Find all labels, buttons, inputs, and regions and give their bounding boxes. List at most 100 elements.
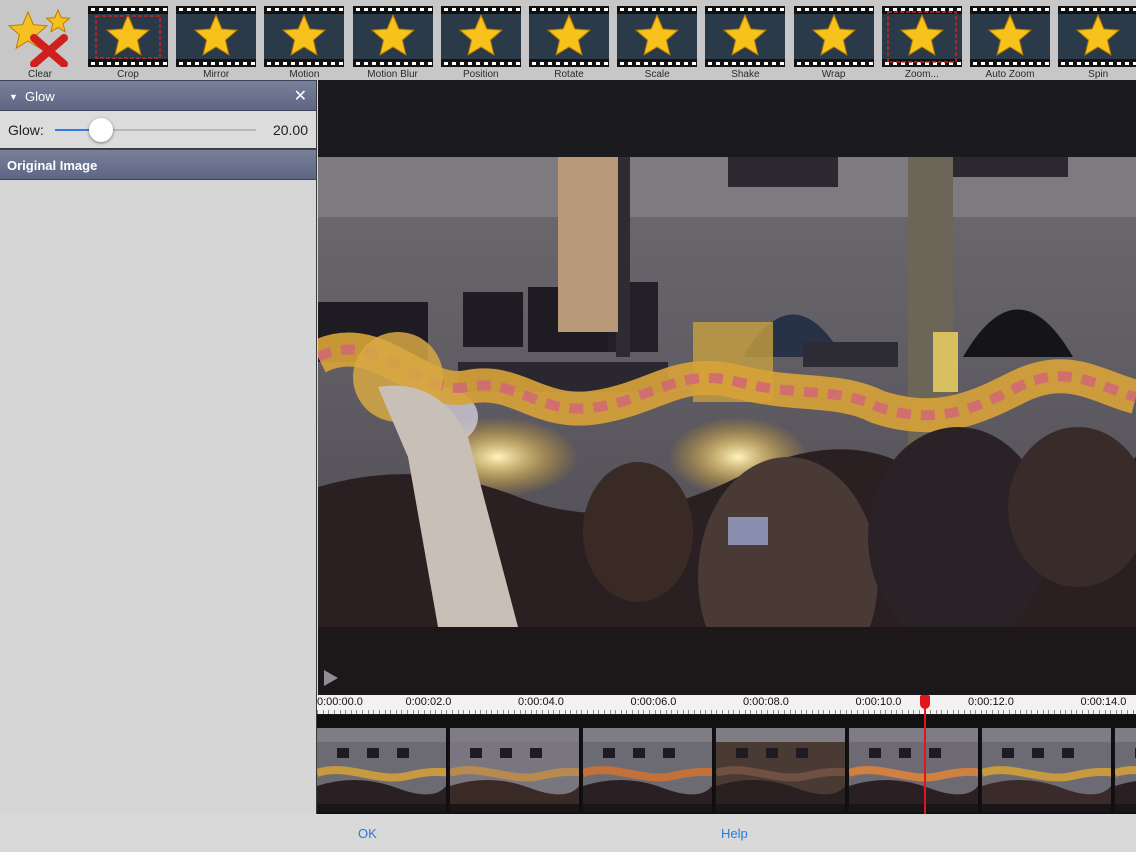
ruler-minor-tick	[823, 710, 825, 714]
ruler-minor-tick	[564, 710, 566, 714]
tool-label: Shake	[731, 69, 760, 80]
motion-blur-star-icon	[352, 6, 433, 67]
ruler-minor-tick	[525, 710, 527, 714]
ruler-minor-tick	[553, 710, 555, 714]
ruler-minor-tick	[1042, 710, 1044, 714]
ruler-minor-tick	[603, 710, 605, 714]
tool-scale[interactable]: Scale	[617, 6, 698, 80]
timeline-tick-label: 0:00:02.0	[405, 696, 452, 708]
ruler-minor-tick	[502, 710, 504, 714]
ruler-minor-tick	[778, 710, 780, 714]
timeline-ruler[interactable]: 0:00:00.0 0:00:02.0 0:00:04.0 0:00:06.0 0:00…	[317, 695, 1136, 714]
ruler-minor-tick	[468, 710, 470, 714]
tool-label: Clear	[28, 69, 52, 80]
tool-label: Position	[463, 69, 499, 80]
ruler-minor-tick	[783, 710, 785, 714]
ruler-minor-tick	[890, 710, 892, 714]
playhead[interactable]	[923, 695, 926, 814]
play-button[interactable]	[324, 670, 338, 686]
tool-position[interactable]: Position	[440, 6, 521, 80]
filmstrip-frame	[450, 728, 581, 812]
filmstrip[interactable]	[317, 715, 1136, 814]
ruler-minor-tick	[755, 710, 757, 714]
original-image-header[interactable]: Original Image	[0, 149, 316, 180]
ruler-minor-tick	[896, 710, 898, 714]
tool-mirror[interactable]: Mirror	[176, 6, 257, 80]
tool-zoom[interactable]: Zoom...	[881, 6, 962, 80]
ruler-minor-tick	[513, 710, 515, 714]
ruler-minor-tick	[862, 710, 864, 714]
ruler-minor-tick	[632, 710, 633, 714]
tool-motion-blur[interactable]: Motion Blur	[352, 6, 433, 80]
ruler-minor-tick	[452, 710, 453, 714]
ruler-minor-tick	[660, 710, 662, 714]
ruler-minor-tick	[378, 710, 380, 714]
tool-label: Rotate	[554, 69, 584, 80]
ruler-minor-tick	[1065, 710, 1067, 714]
ruler-minor-tick	[1076, 710, 1078, 714]
tool-shake[interactable]: Shake	[705, 6, 786, 80]
tool-motion[interactable]: Motion	[264, 6, 345, 80]
ruler-minor-tick	[699, 710, 701, 714]
ruler-minor-tick	[480, 710, 482, 714]
ruler-minor-tick	[733, 710, 735, 714]
timeline-tick-label: 0:00:10.0	[855, 696, 902, 708]
ruler-minor-tick	[558, 710, 560, 714]
ruler-minor-tick	[547, 710, 549, 714]
tool-rotate[interactable]: Rotate	[529, 6, 609, 80]
timeline-tick-label: 0:00:12.0	[968, 696, 1014, 708]
ruler-minor-tick	[1104, 710, 1106, 714]
ruler-minor-tick	[935, 710, 937, 714]
ruler-minor-tick	[795, 710, 797, 714]
collapse-triangle-icon[interactable]: ▼	[9, 92, 18, 102]
ruler-minor-tick	[575, 710, 577, 714]
ruler-minor-tick	[947, 710, 948, 714]
glow-parameter-row: Glow: 20.00	[0, 111, 316, 149]
tool-spin[interactable]: Spin	[1058, 6, 1136, 80]
ruler-minor-tick	[1037, 710, 1038, 714]
glow-section-header[interactable]: ▼ Glow ✕	[0, 80, 316, 111]
ruler-minor-tick	[930, 710, 932, 714]
help-button[interactable]: Help	[721, 826, 748, 841]
ruler-minor-tick	[857, 710, 858, 714]
tool-crop[interactable]: Crop	[88, 6, 168, 80]
glow-slider-knob[interactable]	[89, 118, 114, 142]
ruler-minor-tick	[435, 710, 437, 714]
zoom-star-icon	[881, 6, 962, 67]
ruler-minor-tick	[322, 710, 324, 714]
timeline[interactable]: 0:00:00.0 0:00:02.0 0:00:04.0 0:00:06.0 0:00…	[317, 695, 1136, 814]
tool-wrap[interactable]: Wrap	[793, 6, 874, 80]
ruler-minor-tick	[817, 710, 819, 714]
glow-slider[interactable]	[55, 118, 256, 142]
ruler-minor-tick	[418, 710, 420, 714]
bottom-bar: OK Help	[0, 814, 1136, 852]
ruler-minor-tick	[812, 710, 813, 714]
playhead-handle[interactable]	[919, 695, 930, 709]
video-frame[interactable]	[318, 157, 1136, 698]
ruler-minor-tick	[828, 710, 830, 714]
ruler-minor-tick	[941, 710, 943, 714]
ruler-minor-tick	[767, 710, 768, 714]
ruler-minor-tick	[834, 710, 836, 714]
ruler-minor-tick	[519, 710, 521, 714]
filmstrip-frame	[849, 728, 980, 812]
scale-star-icon	[617, 6, 698, 67]
ok-button[interactable]: OK	[358, 826, 377, 841]
ruler-minor-tick	[969, 710, 971, 714]
ruler-minor-tick	[980, 710, 982, 714]
timeline-tick-label: 0:00:06.0	[630, 696, 677, 708]
ruler-minor-tick	[902, 710, 903, 714]
tool-auto-zoom[interactable]: Auto Zoom	[970, 6, 1050, 80]
close-icon[interactable]: ✕	[294, 86, 307, 106]
ruler-minor-tick	[1132, 710, 1134, 714]
ruler-minor-tick	[789, 710, 791, 714]
ruler-minor-tick	[446, 710, 448, 714]
tool-clear[interactable]: Clear	[0, 6, 80, 80]
ruler-minor-tick	[412, 710, 414, 714]
tool-label: Scale	[644, 69, 670, 80]
ruler-minor-tick	[710, 710, 712, 714]
ruler-minor-tick	[868, 710, 870, 714]
effects-toolbar: Clear Crop Mirror Motion Motion Blur Position…	[0, 0, 1136, 80]
filmstrip-frame	[982, 728, 1113, 812]
glow-label: Glow:	[8, 122, 44, 138]
